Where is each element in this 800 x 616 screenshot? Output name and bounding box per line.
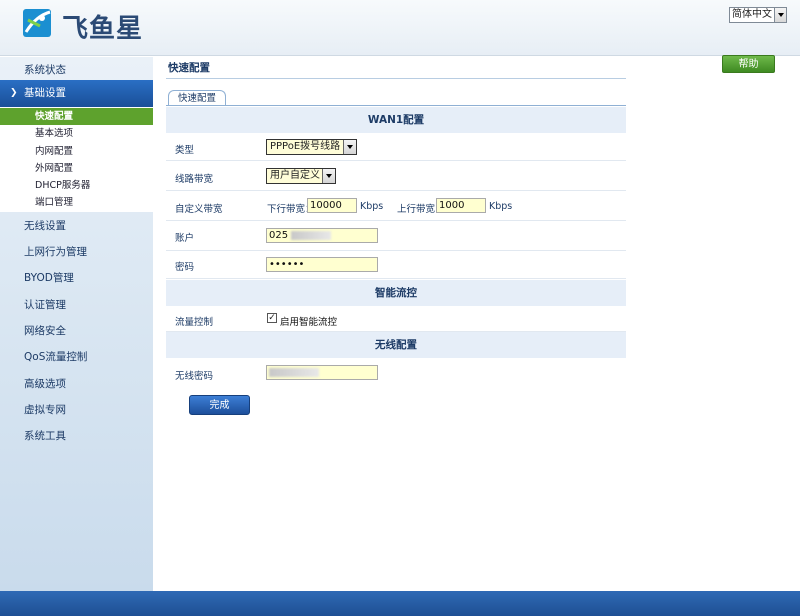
- sidebar-item-security[interactable]: 网络安全: [0, 318, 153, 344]
- sidebar-item-advanced[interactable]: 高级选项: [0, 371, 153, 397]
- sidebar-item-qos[interactable]: QoS流量控制: [0, 344, 153, 370]
- page-title: 快速配置: [168, 62, 210, 74]
- flow-control-checkbox-label: 启用智能流控: [280, 317, 338, 328]
- type-label: 类型: [175, 145, 195, 156]
- divider: [166, 250, 626, 251]
- submenu-item-quick-config[interactable]: 快速配置: [0, 108, 153, 125]
- checkmark-icon: ✓: [268, 313, 276, 323]
- account-label: 账户: [175, 233, 195, 244]
- submenu-item-basic-options[interactable]: 基本选项: [0, 125, 153, 142]
- flow-control-label: 流量控制: [175, 317, 214, 328]
- bandwidth-value: 用户自定义: [270, 170, 320, 181]
- chevron-down-icon: [343, 140, 356, 154]
- divider: [166, 78, 626, 79]
- sidebar-item-label: 基础设置: [24, 87, 66, 99]
- account-input[interactable]: 025: [266, 228, 378, 243]
- sidebar-item-byod[interactable]: BYOD管理: [0, 265, 153, 291]
- type-select[interactable]: PPPoE拨号线路: [266, 139, 357, 155]
- wireless-password-input[interactable]: [266, 365, 378, 380]
- sidebar-item-behavior[interactable]: 上网行为管理: [0, 239, 153, 265]
- chevron-down-double-icon: ❯: [10, 88, 18, 98]
- divider: [166, 278, 626, 279]
- chevron-down-icon: [322, 169, 335, 183]
- sidebar: 系统状态 ❯ 基础设置 快速配置 基本选项 内网配置 外网配置 DHCP服务器 …: [0, 57, 153, 591]
- sidebar-item-vpn[interactable]: 虚拟专网: [0, 397, 153, 423]
- account-value: 025: [269, 230, 289, 241]
- section-header-wan: WAN1配置: [166, 107, 626, 133]
- section-header-wireless: 无线配置: [166, 332, 626, 358]
- bandwidth-select[interactable]: 用户自定义: [266, 168, 336, 184]
- help-button[interactable]: 帮助: [722, 55, 775, 73]
- password-input[interactable]: ••••••: [266, 257, 378, 272]
- divider: [166, 220, 626, 221]
- language-select[interactable]: 简体中文: [729, 7, 787, 23]
- done-button[interactable]: 完成: [189, 395, 250, 415]
- downlink-unit: Kbps: [360, 201, 384, 212]
- header: 飞鱼星 简体中文: [0, 0, 800, 56]
- logo-text: 飞鱼星: [62, 14, 144, 44]
- flow-control-checkbox[interactable]: ✓: [267, 313, 277, 323]
- uplink-unit: Kbps: [489, 201, 513, 212]
- sidebar-item-auth[interactable]: 认证管理: [0, 292, 153, 318]
- downlink-input[interactable]: 10000: [307, 198, 357, 213]
- type-value: PPPoE拨号线路: [270, 141, 341, 152]
- submenu-item-wan-config[interactable]: 外网配置: [0, 160, 153, 177]
- sidebar-item-basic-settings[interactable]: ❯ 基础设置: [0, 80, 153, 107]
- chevron-down-icon: [774, 8, 786, 22]
- logo: 飞鱼星: [22, 8, 152, 44]
- wireless-password-label: 无线密码: [175, 371, 214, 382]
- uplink-input[interactable]: 1000: [436, 198, 486, 213]
- submenu-item-port-management[interactable]: 端口管理: [0, 194, 153, 211]
- divider: [166, 160, 626, 161]
- divider: [166, 105, 626, 106]
- section-header-flow-control: 智能流控: [166, 280, 626, 306]
- password-label: 密码: [175, 262, 195, 273]
- tab-quick-config[interactable]: 快速配置: [168, 90, 226, 106]
- divider: [166, 190, 626, 191]
- redacted-mark: [291, 230, 332, 240]
- sidebar-item-system-tools[interactable]: 系统工具: [0, 423, 153, 449]
- language-value: 简体中文: [732, 9, 772, 20]
- submenu-item-lan-config[interactable]: 内网配置: [0, 143, 153, 160]
- redacted-mark: [269, 367, 319, 377]
- sidebar-item-wireless[interactable]: 无线设置: [0, 213, 153, 239]
- footer-bar: [0, 591, 800, 616]
- custom-bandwidth-label: 自定义带宽: [175, 204, 223, 215]
- logo-icon: [23, 9, 51, 37]
- bandwidth-label: 线路带宽: [175, 174, 214, 185]
- submenu-item-dhcp-server[interactable]: DHCP服务器: [0, 177, 153, 194]
